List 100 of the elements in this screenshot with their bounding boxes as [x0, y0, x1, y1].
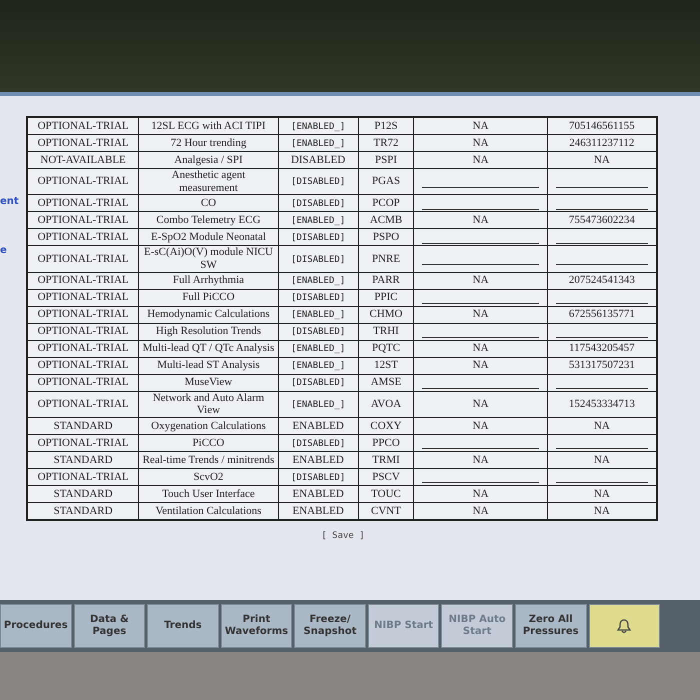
status-cell: [DISABLED]: [278, 168, 358, 195]
code-cell: AVOA: [358, 391, 414, 418]
option-name-cell: Multi-lead ST Analysis: [138, 357, 278, 374]
status-cell: [ENABLED_]: [278, 212, 358, 229]
save-button[interactable]: [ Save ]: [321, 530, 365, 541]
status-cell: [DISABLED]: [278, 434, 358, 452]
status-cell: [ENABLED_]: [278, 117, 358, 134]
code-cell: TRMI: [358, 451, 414, 468]
license-cell: OPTIONAL-TRIAL: [27, 194, 139, 212]
status-cell: [DISABLED]: [278, 374, 358, 392]
na-cell: NA: [414, 391, 548, 418]
toolbar-button[interactable]: Trends: [147, 604, 219, 648]
code-cell: CHMO: [358, 306, 414, 324]
license-cell: OPTIONAL-TRIAL: [27, 374, 139, 392]
code-cell: P12S: [358, 117, 414, 134]
license-cell: STANDARD: [27, 485, 139, 502]
status-cell: [ENABLED_]: [278, 272, 358, 290]
option-name-cell: Real-time Trends / minitrends: [138, 451, 278, 468]
na-cell: NA: [414, 212, 548, 229]
license-cell: OPTIONAL-TRIAL: [27, 272, 139, 290]
side-label: e: [0, 245, 8, 256]
toolbar-button[interactable]: Procedures: [0, 604, 72, 648]
license-cell: OPTIONAL-TRIAL: [27, 323, 139, 340]
na-cell: NA: [414, 357, 548, 374]
na-cell: NA: [414, 417, 548, 434]
status-cell: [ENABLED_]: [278, 340, 358, 358]
bell-icon: [615, 618, 634, 634]
code-cell: PNRE: [358, 246, 414, 272]
license-cell: OPTIONAL-TRIAL: [27, 357, 139, 374]
status-cell: ENABLED: [278, 485, 358, 502]
code-cell: PPCO: [358, 434, 414, 452]
license-cell: OPTIONAL-TRIAL: [27, 434, 139, 452]
code-cell: PPIC: [358, 289, 414, 306]
code-cell: PSCV: [358, 468, 414, 486]
side-label: ent: [0, 196, 20, 207]
na-cell: NA: [414, 485, 548, 502]
option-name-cell: Hemodynamic Calculations: [138, 306, 278, 324]
status-cell: [ENABLED_]: [278, 391, 358, 418]
option-name-cell: MuseView: [138, 374, 278, 392]
na-cell: NA: [414, 152, 548, 168]
status-cell: ENABLED: [278, 451, 358, 468]
option-name-cell: 12SL ECG with ACI TIPI: [138, 117, 278, 134]
status-cell: [ENABLED_]: [278, 306, 358, 324]
toolbar-button[interactable]: Zero All Pressures: [514, 604, 586, 648]
na-cell: NA: [414, 117, 548, 134]
license-cell: OPTIONAL-TRIAL: [27, 212, 139, 229]
code-cell: PCOP: [358, 194, 414, 212]
option-name-cell: Touch User Interface: [138, 485, 278, 502]
code-cell: TOUC: [358, 485, 414, 502]
license-cell: OPTIONAL-TRIAL: [27, 289, 139, 306]
license-cell: OPTIONAL-TRIAL: [27, 340, 139, 358]
license-cell: OPTIONAL-TRIAL: [27, 306, 139, 324]
option-name-cell: Anesthetic agent measurement: [138, 168, 278, 195]
toolbar-button[interactable]: Print Waveforms: [220, 604, 292, 648]
code-cell: 12ST: [358, 357, 414, 374]
na-cell: NA: [414, 134, 548, 152]
status-cell: ENABLED: [278, 417, 358, 434]
status-cell: [DISABLED]: [278, 194, 358, 212]
code-cell: TR72: [358, 134, 414, 152]
option-name-cell: E-SpO2 Module Neonatal: [138, 228, 278, 246]
option-name-cell: Full Arrhythmia: [138, 272, 278, 290]
code-cell: PARR: [358, 272, 414, 290]
option-name-cell: ScvO2: [138, 468, 278, 486]
option-name-cell: 72 Hour trending: [138, 134, 278, 152]
code-cell: TRHI: [358, 323, 414, 340]
status-cell: [DISABLED]: [278, 228, 358, 246]
code-cell: PGAS: [358, 168, 414, 195]
option-name-cell: E-sC(Ai)O(V) module NICU SW: [138, 246, 278, 272]
option-name-cell: Network and Auto Alarm View: [138, 391, 278, 418]
status-cell: [ENABLED_]: [278, 134, 358, 152]
status-cell: [DISABLED]: [278, 323, 358, 340]
license-cell: OPTIONAL-TRIAL: [27, 134, 139, 152]
status-cell: [ENABLED_]: [278, 357, 358, 374]
option-name-cell: High Resolution Trends: [138, 323, 278, 340]
option-name-cell: Combo Telemetry ECG: [138, 212, 278, 229]
na-cell: NA: [414, 272, 548, 290]
option-name-cell: Full PiCCO: [138, 289, 278, 306]
status-cell: [DISABLED]: [278, 246, 358, 272]
license-cell: OPTIONAL-TRIAL: [27, 228, 139, 246]
code-cell: COXY: [358, 417, 414, 434]
status-cell: [DISABLED]: [278, 289, 358, 306]
toolbar-button[interactable]: Data & Pages: [74, 604, 146, 648]
status-cell: DISABLED: [278, 152, 358, 168]
na-cell: NA: [414, 306, 548, 324]
option-name-cell: CO: [138, 194, 278, 212]
na-cell: NA: [414, 340, 548, 358]
alarm-button[interactable]: [588, 604, 660, 648]
license-cell: STANDARD: [27, 417, 139, 434]
option-name-cell: Analgesia / SPI: [138, 152, 278, 168]
option-name-cell: PiCCO: [138, 434, 278, 452]
status-cell: [DISABLED]: [278, 468, 358, 486]
license-cell: OPTIONAL-TRIAL: [27, 468, 139, 486]
toolbar-button[interactable]: Freeze/ Snapshot: [294, 604, 366, 648]
code-cell: PQTC: [358, 340, 414, 358]
license-cell: NOT-AVAILABLE: [27, 152, 139, 168]
license-cell: OPTIONAL-TRIAL: [27, 246, 139, 272]
license-cell: STANDARD: [27, 451, 139, 468]
option-name-cell: Oxygenation Calculations: [138, 417, 278, 434]
code-cell: ACMB: [358, 212, 414, 229]
na-cell: NA: [414, 451, 548, 468]
